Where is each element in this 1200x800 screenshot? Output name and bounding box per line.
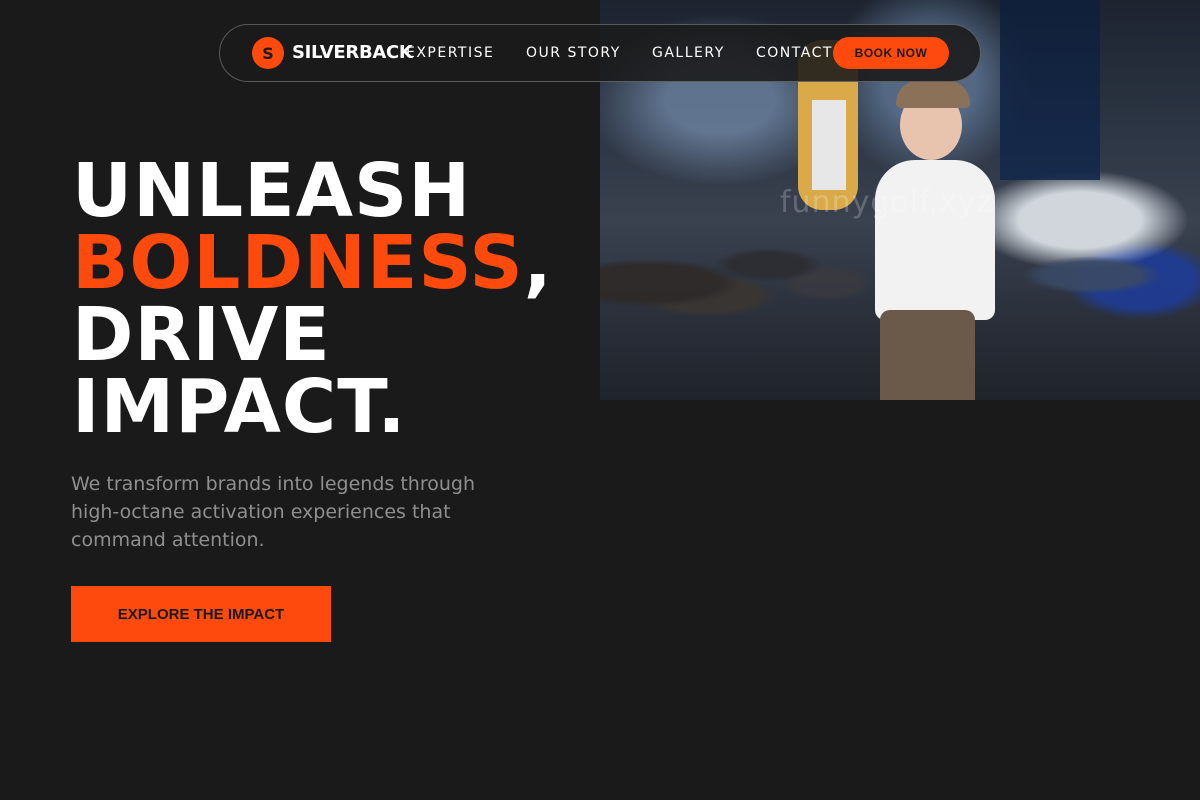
- photo-model-pants: [880, 310, 975, 400]
- headline-line-1: UNLEASH: [72, 148, 472, 234]
- headline-line-4: IMPACT.: [72, 364, 407, 450]
- brand-name[interactable]: SILVERBACK: [292, 42, 413, 63]
- nav-link-gallery[interactable]: GALLERY: [652, 45, 725, 61]
- photo-qr-panel: [812, 100, 846, 190]
- top-navigation: S SILVERBACK EXPERTISE OUR STORY GALLERY…: [219, 24, 981, 82]
- nav-link-expertise[interactable]: EXPERTISE: [406, 45, 494, 61]
- headline-line-2: BOLDNESS,: [72, 226, 553, 300]
- logo-icon[interactable]: S: [252, 37, 284, 69]
- explore-impact-button[interactable]: EXPLORE THE IMPACT: [71, 586, 331, 642]
- photo-watermark: funnygolf.xyz: [780, 185, 994, 220]
- hero-subtext: We transform brands into legends through…: [71, 473, 475, 551]
- headline-line-3: DRIVE: [72, 292, 331, 378]
- photo-model-cap: [896, 80, 970, 108]
- headline-comma: ,: [523, 220, 553, 306]
- nav-link-our-story[interactable]: OUR STORY: [526, 45, 621, 61]
- photo-model-shirt: [875, 160, 995, 320]
- nav-link-contact[interactable]: CONTACT: [756, 45, 833, 61]
- book-now-button[interactable]: BOOK NOW: [833, 37, 949, 69]
- hero-headline: UNLEASH BOLDNESS, DRIVE IMPACT.: [72, 148, 553, 450]
